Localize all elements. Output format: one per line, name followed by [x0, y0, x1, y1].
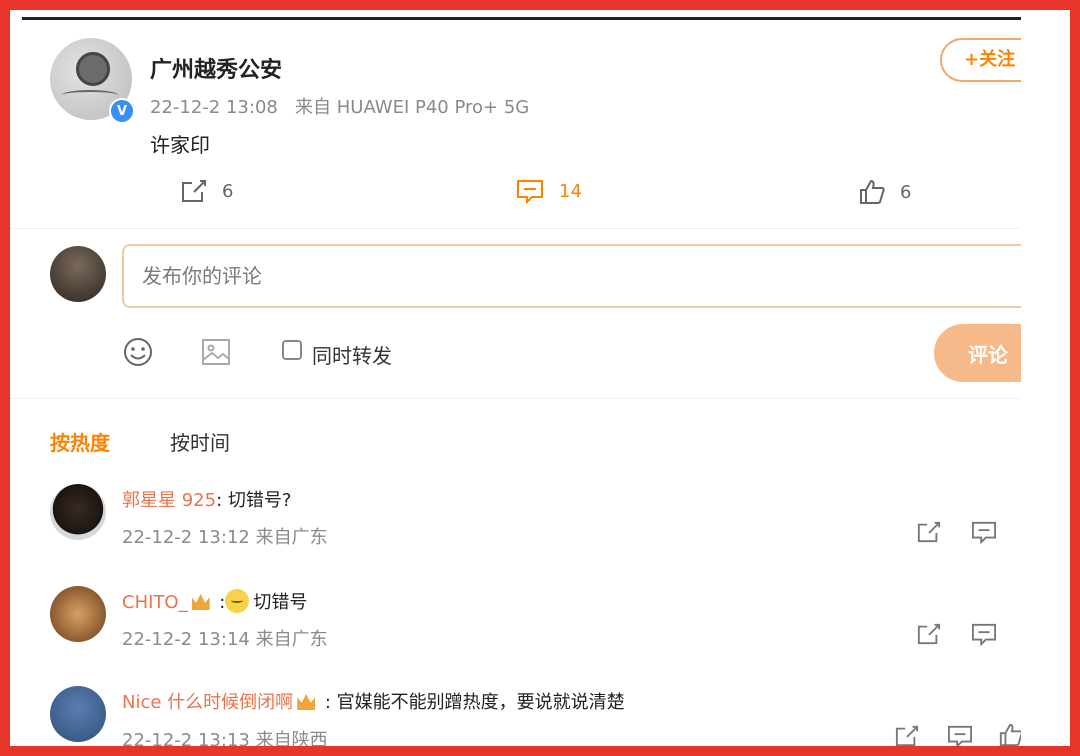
- follow-button[interactable]: +关注: [940, 38, 1021, 82]
- commenter-name[interactable]: Nice 什么时候倒闭啊: [122, 692, 293, 713]
- commenter-avatar[interactable]: [50, 686, 106, 742]
- screenshot-frame: V 广州越秀公安 22-12-2 13:08 来自 HUAWEI P40 Pro…: [10, 10, 1070, 746]
- police-emblem-icon: [76, 52, 110, 86]
- repost-icon: [182, 180, 206, 202]
- repost-icon[interactable]: [916, 520, 942, 544]
- comment-icon[interactable]: [970, 520, 998, 544]
- commenter-avatar[interactable]: [50, 586, 106, 642]
- commenter-name[interactable]: CHITO_: [122, 592, 188, 613]
- comment-text: 切错号: [253, 592, 308, 613]
- post-text: 许家印: [150, 133, 210, 157]
- post-time[interactable]: 22-12-2 13:08: [150, 97, 278, 118]
- section-divider: [10, 398, 1021, 399]
- comment-line: CHITO_ : 切错号: [122, 588, 307, 614]
- like-count: 6: [900, 181, 912, 203]
- commenter-name[interactable]: 郭星星 925: [122, 490, 216, 511]
- comment-line: Nice 什么时候倒闭啊 : 官媒能不能别蹭热度，要说就说清楚: [122, 688, 625, 714]
- commenter-avatar[interactable]: [50, 484, 106, 540]
- member-crown-icon: [297, 694, 316, 710]
- smile-emoji-icon: [225, 589, 250, 613]
- comment-separator: :: [213, 592, 226, 613]
- comment-input[interactable]: [122, 244, 1021, 308]
- repost-icon[interactable]: [916, 622, 942, 646]
- comment-icon[interactable]: [970, 622, 998, 646]
- submit-comment-button[interactable]: 评论: [934, 324, 1021, 382]
- repost-count: 6: [222, 180, 234, 202]
- comment-meta: 22-12-2 13:13 来自陕西: [122, 730, 328, 746]
- tab-sort-time[interactable]: 按时间: [170, 427, 230, 456]
- top-divider: [22, 17, 1021, 20]
- emoji-icon[interactable]: [122, 336, 154, 368]
- comment-meta: 22-12-2 13:14 来自广东: [122, 629, 328, 650]
- like-icon: [860, 179, 885, 204]
- comment-line: 郭星星 925: 切错号?: [122, 486, 291, 512]
- like-icon[interactable]: [998, 722, 1021, 746]
- repost-checkbox[interactable]: [282, 340, 302, 360]
- repost-action[interactable]: 6: [180, 178, 233, 204]
- post-source: 来自 HUAWEI P40 Pro+ 5G: [295, 97, 530, 118]
- comment-action[interactable]: 14: [515, 178, 582, 204]
- verified-badge-icon: V: [109, 98, 135, 124]
- comment-text: : 切错号?: [216, 490, 292, 511]
- comment-icon: [517, 180, 543, 204]
- repost-checkbox-label[interactable]: 同时转发: [312, 340, 392, 369]
- repost-icon[interactable]: [894, 724, 920, 746]
- my-avatar[interactable]: [50, 246, 106, 302]
- section-divider: [10, 228, 1021, 229]
- member-crown-icon: [191, 594, 210, 610]
- like-action[interactable]: 6: [858, 178, 911, 206]
- weibo-post-panel: V 广州越秀公安 22-12-2 13:08 来自 HUAWEI P40 Pro…: [10, 10, 1021, 746]
- comment-text: : 官媒能不能别蹭热度，要说就说清楚: [319, 692, 625, 713]
- signature-mark: [62, 90, 118, 100]
- comment-meta: 22-12-2 13:12 来自广东: [122, 527, 328, 548]
- tab-sort-hot[interactable]: 按热度: [50, 427, 110, 456]
- author-name[interactable]: 广州越秀公安: [150, 52, 282, 84]
- post-meta: 22-12-2 13:08 来自 HUAWEI P40 Pro+ 5G: [150, 93, 529, 119]
- comment-icon[interactable]: [946, 724, 974, 746]
- image-icon[interactable]: [200, 336, 232, 368]
- comment-count: 14: [559, 180, 582, 202]
